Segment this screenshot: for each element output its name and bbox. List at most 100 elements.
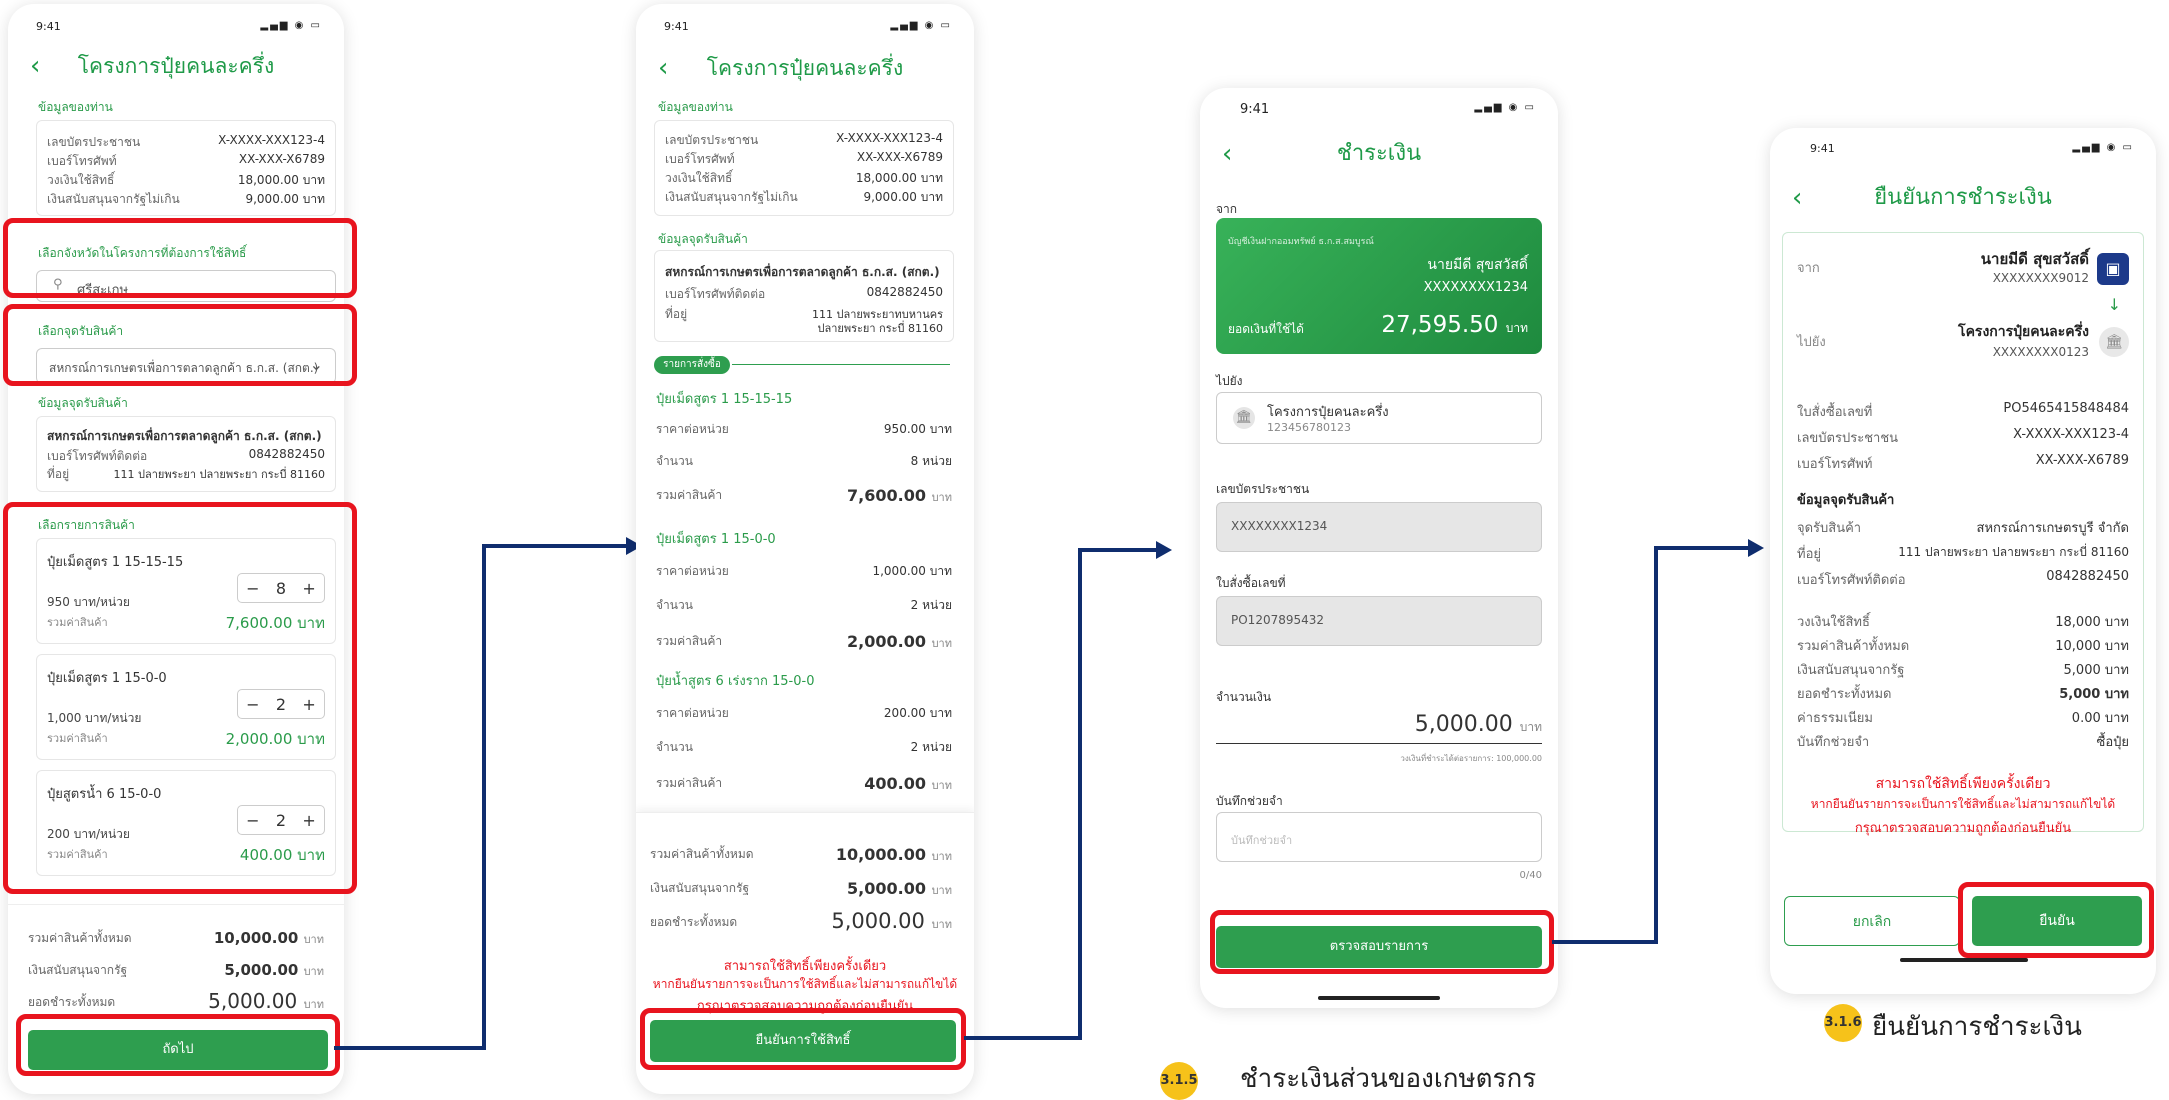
order-row-value: 8 หน่วย [910, 454, 952, 468]
quantity-stepper[interactable]: −2 + [237, 689, 325, 719]
amount-label: จำนวนเงิน [1216, 690, 1272, 704]
unit: บาท [1519, 720, 1542, 734]
pickup-name: สหกรณ์การเกษตรเพื่อการตลาดลูกค้า ธ.ก.ส. … [665, 265, 940, 279]
warning-text: หากยืนยันรายการจะเป็นการใช้สิทธิ์และไม่ส… [652, 977, 958, 991]
pickup-address: ปลายพระยา กระบี่ 81160 [817, 322, 943, 335]
order-sum: 400.00 [864, 774, 926, 793]
flow-arrow [1552, 940, 1658, 944]
section-items: เลือกรายการสินค้า [38, 518, 135, 532]
flow-arrow [482, 544, 486, 1050]
order-sum-label: รวมค่าสินค้า [656, 488, 723, 502]
order-row-label: ราคาต่อหน่วย [656, 706, 729, 720]
from-label: จาก [1216, 202, 1238, 216]
bank-icon: 🏛 [1233, 407, 1255, 429]
id-value: XXXXXXXX1234 [1231, 519, 1328, 533]
plus-icon[interactable]: + [302, 811, 315, 830]
confirm-rights-button[interactable]: ยืนยันการใช้สิทธิ์ [650, 1020, 956, 1062]
section-province: เลือกจังหวัดในโครงการที่ต้องการใช้สิทธิ์ [38, 246, 247, 260]
from-number: XXXXXXXX9012 [1992, 271, 2089, 285]
flow-arrow [1654, 546, 1658, 944]
header: ‹ ยืนยันการชำระเงิน [1770, 180, 2156, 220]
header: ‹ โครงการปุ๋ยคนละครึ่ง [8, 48, 344, 88]
account-number: XXXXXXXX1234 [1423, 280, 1528, 295]
destination-card: 🏛 โครงการปุ๋ยคนละครึ่ง 123456780123 [1216, 392, 1542, 444]
to-label: ไปยัง [1216, 374, 1243, 388]
detail-label: ใบสั่งซื้อเลขที่ [1797, 405, 1873, 420]
account-card[interactable]: บัญชีเงินฝากออมทรัพย์ ธ.ก.ส.สมบูรณ์ นายม… [1216, 218, 1542, 354]
info-value: XX-XXX-X6789 [238, 152, 325, 166]
detail-value: X-XXXX-XXX123-4 [2013, 427, 2129, 442]
info-card: เลขบัตรประชาชน X-XXXX-XXX123-4 เบอร์โทรศั… [36, 120, 336, 216]
header: ‹ ชำระเงิน [1200, 136, 1558, 176]
po-value: PO1207895432 [1231, 613, 1325, 627]
detail-value: XX-XXX-X6789 [2035, 453, 2129, 468]
product-sum: 2,000.00 บาท [225, 730, 325, 748]
unit: บาท [931, 850, 952, 863]
page-title: โครงการปุ๋ยคนละครึ่ง [77, 54, 275, 78]
status-bar: 9:41 ▂▄▆ ◉ ▭ [1240, 102, 1536, 120]
detail-label: เลขบัตรประชาชน [1797, 431, 1899, 446]
confirm-button[interactable]: ยืนยัน [1972, 896, 2142, 946]
order-row-label: จำนวน [656, 740, 693, 754]
memo-input[interactable]: บันทึกช่วยจำ [1216, 812, 1542, 862]
status-bar: 9:41 ▂▄▆ ◉ ▭ [36, 20, 322, 38]
detail-value: 0842882450 [2046, 569, 2129, 584]
minus-icon[interactable]: − [246, 695, 259, 714]
product-item: ปุ๋ยเม็ดสูตร 1 15-0-0 1,000 บาท/หน่วย −2… [36, 654, 336, 760]
po-label: ใบสั่งซื้อเลขที่ [1216, 576, 1286, 590]
quantity-stepper[interactable]: −2 + [237, 805, 325, 835]
balance-label: ยอดเงินที่ใช้ได้ [1228, 322, 1304, 336]
warning-text: หากยืนยันรายการจะเป็นการใช้สิทธิ์และไม่ส… [1810, 797, 2116, 811]
product-sum: 400.00 บาท [239, 846, 325, 864]
memo-placeholder: บันทึกช่วยจำ [1231, 834, 1293, 847]
plus-icon[interactable]: + [302, 579, 315, 598]
to-number: XXXXXXXX0123 [1992, 345, 2089, 359]
product-price: 1,000 บาท/หน่วย [47, 711, 142, 725]
status-time: 9:41 [664, 20, 689, 33]
info-label: วงเงินใช้สิทธิ์ [47, 173, 115, 187]
quantity-value: 2 [275, 694, 287, 714]
unit: บาท [931, 637, 952, 650]
product-item: ปุ๋ยสูตรน้ำ 6 15-0-0 200 บาท/หน่วย −2 + ร… [36, 770, 336, 876]
amount-input[interactable]: 5,000.00 บาท [1216, 708, 1542, 744]
detail-value: 18,000 บาท [2055, 615, 2129, 630]
minus-icon[interactable]: − [246, 811, 259, 830]
quantity-value: 2 [275, 810, 287, 830]
unit: บาท [931, 491, 952, 504]
detail-value: 10,000 บาท [2055, 639, 2129, 654]
pickup-name: สหกรณ์การเกษตรเพื่อการตลาดลูกค้า ธ.ก.ส. … [47, 429, 322, 443]
info-label: วงเงินใช้สิทธิ์ [665, 171, 733, 185]
check-transaction-button[interactable]: ตรวจสอบรายการ [1216, 926, 1542, 968]
pickup-point-select[interactable]: สหกรณ์การเกษตรเพื่อการตลาดลูกค้า ธ.ก.ส. … [36, 348, 336, 384]
section-pickup-info: ข้อมูลจุดรับสินค้า [658, 232, 748, 246]
section-your-info: ข้อมูลของท่าน [38, 100, 113, 114]
pickup-phone-label: เบอร์โทรศัพท์ติดต่อ [665, 287, 766, 301]
order-row-value: 950.00 บาท [883, 422, 952, 436]
order-sum-label: รวมค่าสินค้า [656, 776, 723, 790]
minus-icon[interactable]: − [246, 579, 259, 598]
detail-label: เงินสนับสนุนจากรัฐ [1797, 663, 1905, 678]
product-sum-label: รวมค่าสินค้า [47, 732, 108, 745]
id-label: เลขบัตรประชาชน [1216, 482, 1310, 496]
info-label: เบอร์โทรศัพท์ [47, 154, 117, 168]
warning-text: สามารถใช้สิทธิ์เพียงครั้งเดียว [723, 959, 887, 974]
cancel-button[interactable]: ยกเลิก [1784, 896, 1960, 946]
product-price: 950 บาท/หน่วย [47, 595, 130, 609]
warning-text: กรุณาตรวจสอบความถูกต้องก่อนยืนยัน [1854, 821, 2072, 836]
quantity-value: 8 [275, 578, 287, 598]
plus-icon[interactable]: + [302, 695, 315, 714]
order-item-name: ปุ๋ยน้ำสูตร 6 เร่งราก 15-0-0 [656, 674, 815, 689]
subsidy-label: เงินสนับสนุนจากรัฐ [650, 881, 750, 895]
order-item-name: ปุ๋ยเม็ดสูตร 1 15-15-15 [656, 392, 793, 407]
info-value: 9,000.00 บาท [245, 192, 325, 206]
detail-value: 0.00 บาท [2071, 711, 2129, 726]
amount-value: 5,000.00 [1414, 712, 1513, 737]
province-search-input[interactable]: ⚲ ศรีสะเกษ [36, 270, 336, 302]
screen-confirm-payment: 9:41 ▂▄▆ ◉ ▭ ‹ ยืนยันการชำระเงิน จาก นายม… [1770, 128, 2156, 994]
page-title: ชำระเงิน [1336, 141, 1422, 166]
flow-arrow [1078, 548, 1082, 1040]
quantity-stepper[interactable]: −8 + [237, 573, 325, 603]
next-button[interactable]: ถัดไป [28, 1030, 328, 1070]
product-price: 200 บาท/หน่วย [47, 827, 130, 841]
screen-select-products: 9:41 ▂▄▆ ◉ ▭ ‹ โครงการปุ๋ยคนละครึ่ง ข้อมู… [8, 4, 344, 1094]
